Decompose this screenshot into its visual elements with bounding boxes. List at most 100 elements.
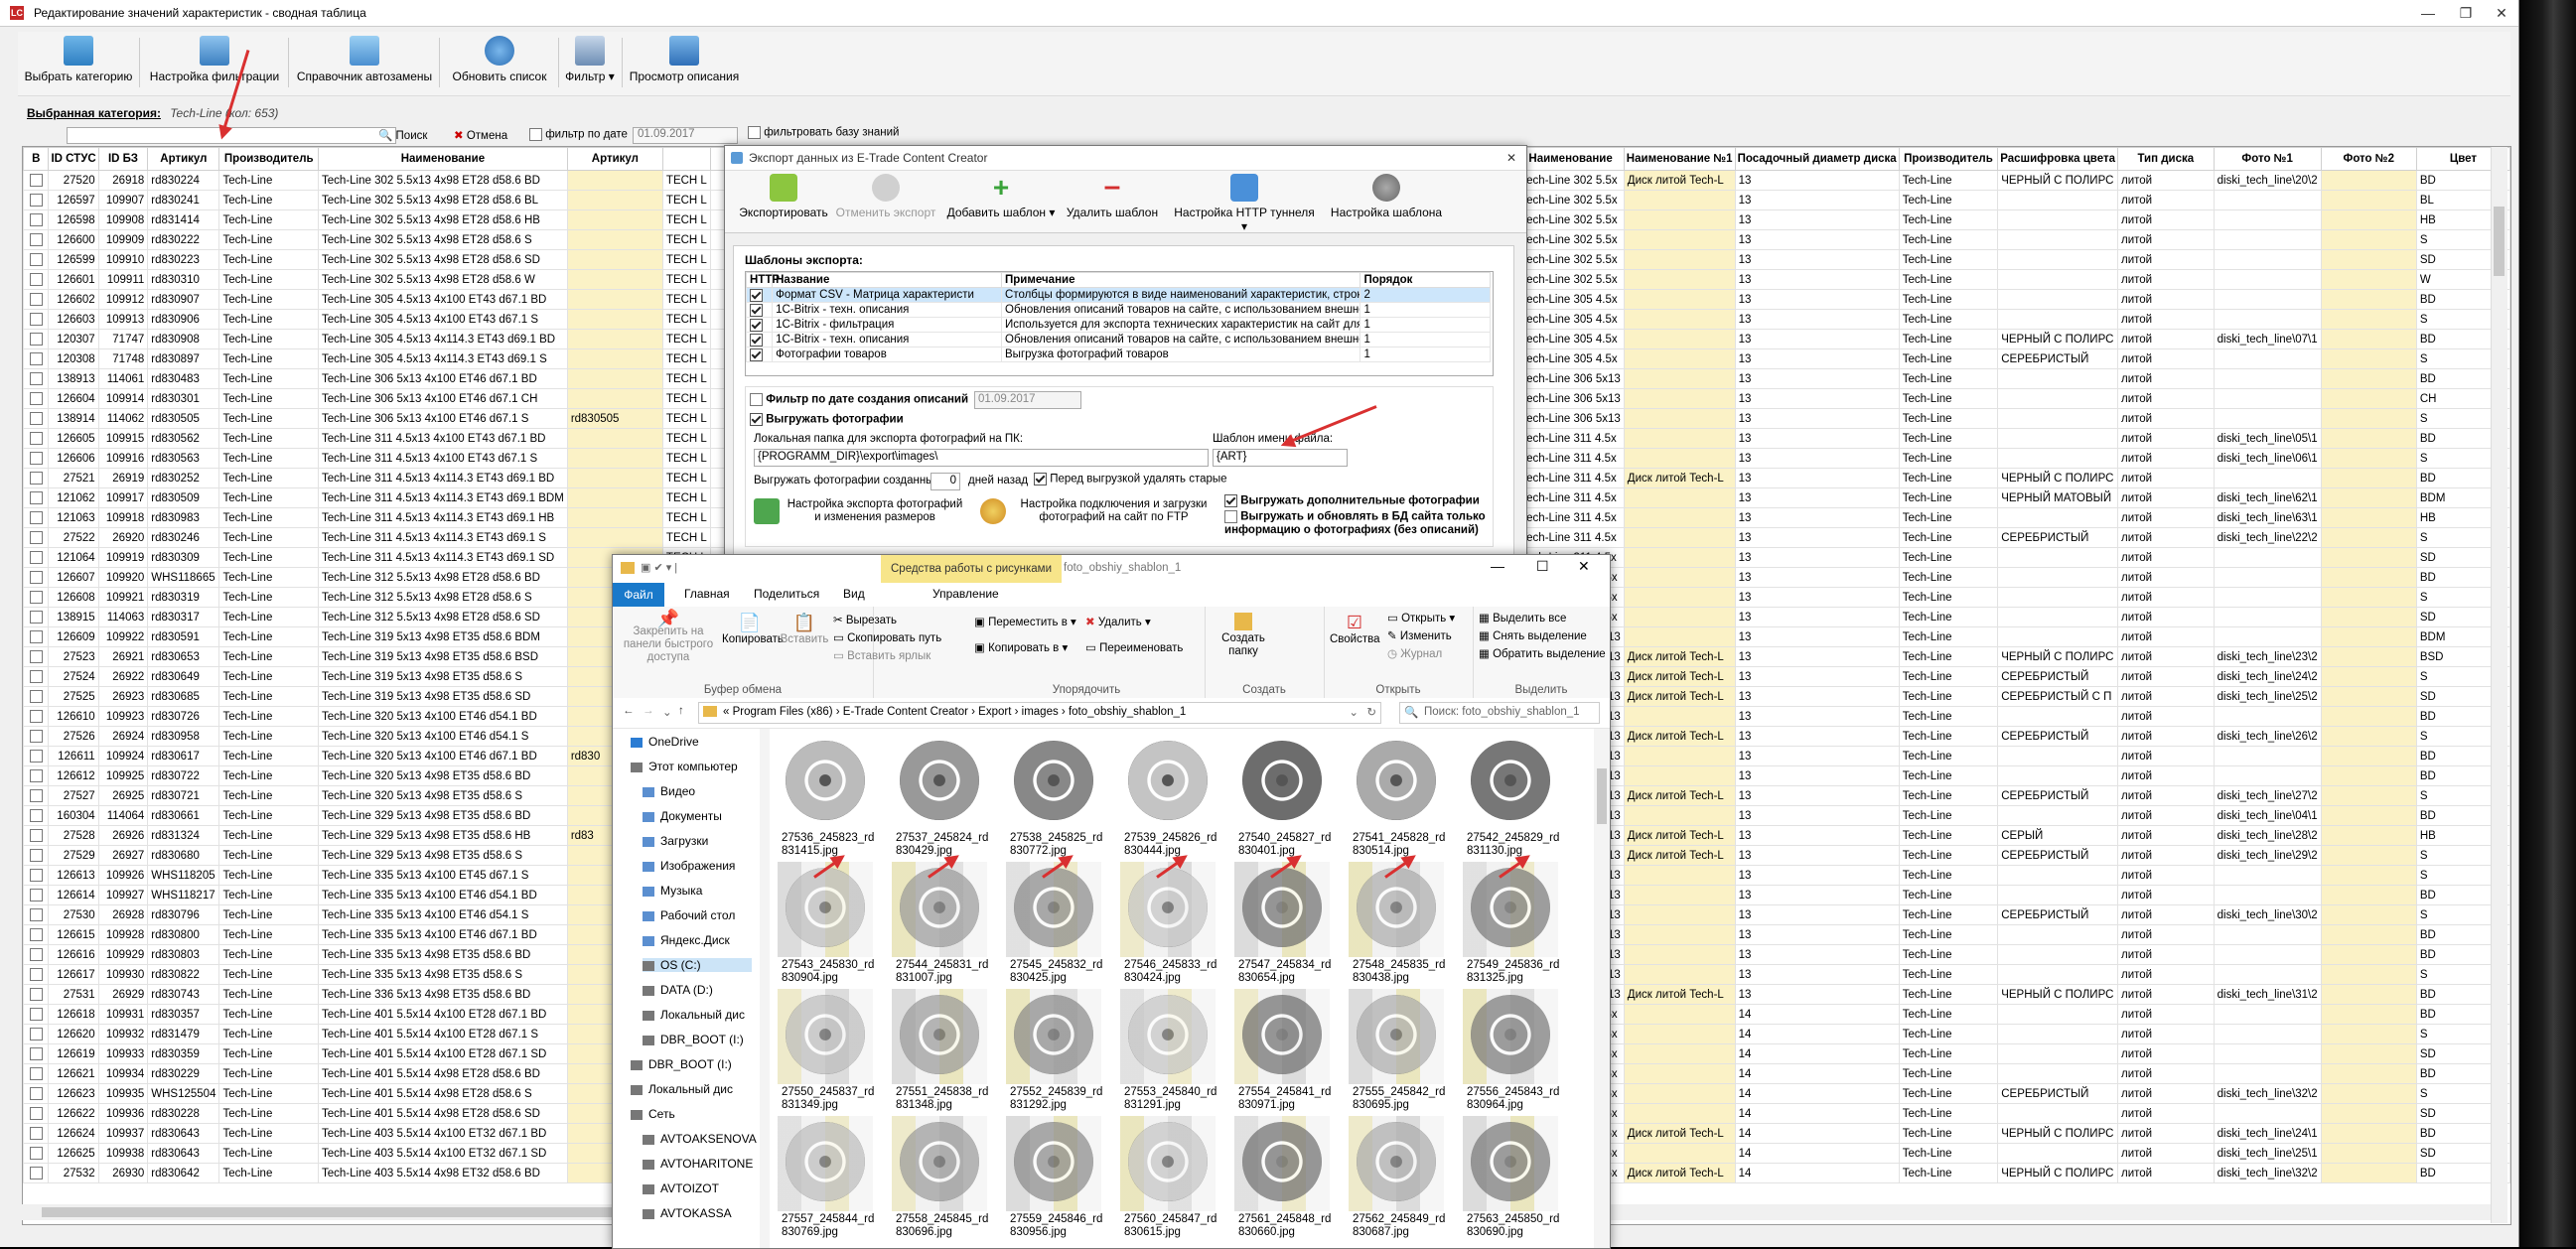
table-cell[interactable] (23, 249, 50, 270)
table-cell[interactable]: СЕРЕБРИСТЫЙ (1997, 845, 2118, 866)
table-cell[interactable]: 27528 (48, 825, 99, 846)
explorer-close-button[interactable]: ✕ (1578, 558, 1590, 575)
row-checkbox[interactable] (29, 174, 43, 187)
select-all-button[interactable]: ▦ Выделить все (1479, 611, 1566, 624)
table-cell[interactable]: Tech-Line 305 4.5x13 4x100 ET43 d67.1 S (318, 309, 568, 330)
table-cell[interactable]: diski_tech_line\25\1 (2213, 1143, 2322, 1164)
table-cell[interactable]: Tech-Line (218, 726, 320, 747)
table-cell[interactable] (566, 348, 663, 369)
nav-item[interactable]: OneDrive (631, 735, 699, 749)
table-cell[interactable]: Tech-Line (218, 487, 320, 508)
table-cell[interactable] (1997, 428, 2118, 449)
file-thumbnail[interactable]: 27541_245828_rd830514.jpg (1347, 735, 1450, 858)
table-cell[interactable] (1997, 547, 2118, 568)
row-checkbox[interactable] (29, 968, 43, 981)
nav-item[interactable]: Этот компьютер (631, 760, 738, 773)
table-cell[interactable]: Tech-Line (1898, 845, 1999, 866)
close-button[interactable]: ✕ (2487, 4, 2516, 22)
table-cell[interactable] (1623, 289, 1736, 310)
table-cell[interactable] (2320, 329, 2417, 349)
table-cell[interactable]: Tech-Line (1898, 686, 1999, 707)
table-cell[interactable]: 27532 (48, 1163, 99, 1183)
table-cell[interactable]: Tech-Line 305 4.5x (1516, 289, 1625, 310)
nav-item[interactable]: AVTOHARITONE (643, 1157, 753, 1171)
row-checkbox[interactable] (29, 670, 43, 683)
table-cell[interactable]: diski_tech_line\23\2 (2213, 646, 2322, 667)
row-checkbox[interactable] (29, 829, 43, 842)
table-cell[interactable] (1997, 765, 2118, 786)
row-checkbox[interactable] (29, 491, 43, 504)
table-cell[interactable]: Tech-Line 306 5x13 (1516, 368, 1625, 389)
export-button[interactable]: Экспортировать (739, 174, 828, 219)
row-checkbox[interactable] (29, 1047, 43, 1060)
table-cell[interactable] (2213, 746, 2322, 766)
table-cell[interactable]: 126606 (48, 448, 99, 469)
table-cell[interactable]: Tech-Line 403 5.5x14 4x100 ET32 d67.1 BD (318, 1123, 568, 1144)
table-cell[interactable]: rd830359 (147, 1043, 220, 1064)
table-cell[interactable]: 13 (1734, 666, 1900, 687)
table-cell[interactable] (23, 527, 50, 548)
table-cell[interactable]: Tech-Line (1898, 170, 1999, 191)
row-checkbox[interactable] (29, 233, 43, 246)
table-cell[interactable]: Tech-Line (1898, 448, 1999, 469)
table-cell[interactable]: литой (2116, 805, 2215, 826)
table-cell[interactable] (1623, 1024, 1736, 1044)
refresh-icon[interactable]: ↻ (1366, 705, 1376, 719)
table-cell[interactable]: 13 (1734, 547, 1900, 568)
column-header[interactable]: Тип диска (2116, 147, 2215, 171)
table-cell[interactable] (23, 587, 50, 608)
table-cell[interactable]: 27522 (48, 527, 99, 548)
table-cell[interactable]: diski_tech_line\06\1 (2213, 448, 2322, 469)
table-cell[interactable]: Tech-Line (1898, 726, 1999, 747)
table-cell[interactable]: 109911 (97, 269, 149, 290)
row-checkbox[interactable] (29, 1067, 43, 1080)
nav-item[interactable]: Видео (643, 784, 695, 798)
table-cell[interactable]: 13 (1734, 388, 1900, 409)
table-cell[interactable]: Tech-Line (1898, 388, 1999, 409)
table-cell[interactable] (1623, 885, 1736, 905)
table-cell[interactable]: литой (2116, 1024, 2215, 1044)
table-cell[interactable]: 27531 (48, 984, 99, 1005)
copy-button[interactable]: 📄 Копировать (722, 613, 784, 645)
table-cell[interactable] (1623, 229, 1736, 250)
table-cell[interactable]: литой (2116, 904, 2215, 925)
delete-old-checkbox[interactable]: Перед выгрузкой удалять старые (1034, 473, 1227, 486)
table-cell[interactable]: diski_tech_line\20\2 (2213, 170, 2322, 191)
address-dropdown-icon[interactable]: ⌄ (1349, 705, 1359, 719)
file-template-input[interactable]: {ART} (1213, 449, 1348, 467)
paste-shortcut-button[interactable]: ▭ Вставить ярлык (833, 648, 930, 662)
table-cell[interactable] (2320, 1103, 2417, 1124)
table-cell[interactable]: Tech-Line (218, 785, 320, 806)
table-cell[interactable]: 27530 (48, 904, 99, 925)
table-cell[interactable]: rd830906 (147, 309, 220, 330)
row-checkbox[interactable] (29, 1008, 43, 1021)
table-cell[interactable] (2320, 765, 2417, 786)
table-cell[interactable]: Tech-Line 320 5x13 4x98 ET35 d58.6 BD (318, 765, 568, 786)
table-cell[interactable]: Tech-Line (218, 666, 320, 687)
table-cell[interactable]: ЧЕРНЫЙ С ПОЛИРС (1997, 1123, 2118, 1144)
minimize-button[interactable]: — (2413, 4, 2443, 22)
row-checkbox[interactable] (29, 194, 43, 207)
table-cell[interactable] (2320, 1163, 2417, 1183)
table-cell[interactable] (1997, 249, 2118, 270)
table-cell[interactable] (2213, 408, 2322, 429)
table-cell[interactable] (1997, 746, 2118, 766)
table-cell[interactable]: 160304 (48, 805, 99, 826)
table-cell[interactable]: 109924 (97, 746, 149, 766)
table-cell[interactable] (2320, 547, 2417, 568)
table-cell[interactable] (23, 368, 50, 389)
table-cell[interactable]: Диск литой Tech-L (1623, 984, 1736, 1005)
template-http-checkbox[interactable] (750, 303, 763, 317)
file-thumbnail[interactable]: 27549_245836_rd831325.jpg (1461, 862, 1564, 985)
table-cell[interactable]: rd830643 (147, 1143, 220, 1164)
table-cell[interactable]: Tech-Line 335 5x13 4x100 ET45 d67.1 S (318, 865, 568, 886)
table-cell[interactable] (1997, 209, 2118, 230)
table-cell[interactable]: 14 (1734, 1063, 1900, 1084)
row-checkbox[interactable] (29, 908, 43, 921)
table-cell[interactable]: Tech-Line (1898, 666, 1999, 687)
table-cell[interactable] (2213, 706, 2322, 727)
table-cell[interactable] (23, 428, 50, 449)
table-cell[interactable]: 13 (1734, 269, 1900, 290)
table-cell[interactable] (2213, 885, 2322, 905)
table-cell[interactable]: 109921 (97, 587, 149, 608)
